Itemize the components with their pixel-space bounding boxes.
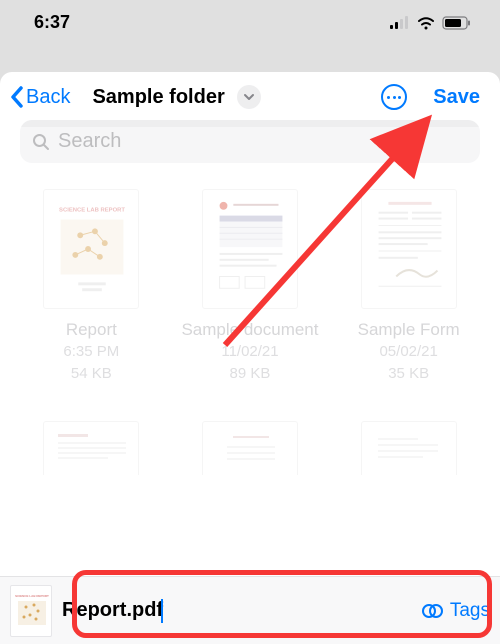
file-name: Sample document (181, 319, 318, 340)
file-thumbnail[interactable] (43, 421, 139, 475)
back-label: Back (26, 86, 70, 109)
file-name: Sample Form (358, 319, 460, 340)
file-date: 11/02/21 (221, 342, 278, 362)
file-size: 54 KB (71, 364, 112, 384)
search-icon (32, 133, 50, 151)
file-thumbnail (202, 189, 298, 309)
ellipsis-icon (387, 96, 401, 99)
wifi-icon (416, 16, 436, 30)
svg-text:SCIENCE LAB REPORT: SCIENCE LAB REPORT (59, 208, 125, 214)
file-item[interactable]: Sample document 11/02/21 89 KB (171, 189, 330, 383)
chevron-left-icon (10, 86, 24, 108)
files-grid-row2 (0, 383, 500, 475)
folder-title: Sample folder (92, 86, 224, 109)
search-placeholder: Search (58, 130, 121, 153)
status-bar: 6:37 (0, 0, 500, 55)
svg-text:SCIENCE LAB REPORT: SCIENCE LAB REPORT (15, 594, 49, 598)
tags-button[interactable]: Tags (422, 600, 490, 622)
tags-icon (422, 602, 444, 620)
back-button[interactable]: Back (10, 86, 70, 109)
file-name: Report (66, 319, 117, 340)
save-sheet: Back Sample folder Save Search (0, 72, 500, 644)
file-size: 35 KB (388, 364, 429, 384)
file-thumbnail[interactable] (202, 421, 298, 475)
signal-icon (390, 16, 410, 30)
file-thumbnail (361, 189, 457, 309)
file-item[interactable]: Sample Form 05/02/21 35 KB (329, 189, 488, 383)
filename-input[interactable]: Report.pdf (62, 599, 163, 622)
files-grid: SCIENCE LAB REPORT Report 6:35 PM 54 KB (0, 173, 500, 383)
navigation-bar: Back Sample folder Save (0, 72, 500, 120)
file-date: 6:35 PM (63, 342, 119, 362)
tags-label: Tags (450, 600, 490, 622)
status-time: 6:37 (34, 12, 70, 33)
search-input[interactable]: Search (20, 120, 480, 163)
battery-icon (442, 16, 472, 30)
mini-thumbnail: SCIENCE LAB REPORT (10, 585, 52, 637)
file-item[interactable]: SCIENCE LAB REPORT Report 6:35 PM 54 KB (12, 189, 171, 383)
status-indicators (390, 16, 472, 30)
filename-bar: SCIENCE LAB REPORT Report.pdf Tags (0, 576, 500, 644)
text-cursor (161, 599, 163, 623)
file-thumbnail: SCIENCE LAB REPORT (43, 189, 139, 309)
more-button[interactable] (381, 84, 407, 110)
file-thumbnail[interactable] (361, 421, 457, 475)
folder-dropdown[interactable] (237, 85, 261, 109)
chevron-down-icon (243, 93, 255, 101)
file-size: 89 KB (230, 364, 271, 384)
file-date: 05/02/21 (379, 342, 437, 362)
save-button[interactable]: Save (433, 86, 480, 109)
